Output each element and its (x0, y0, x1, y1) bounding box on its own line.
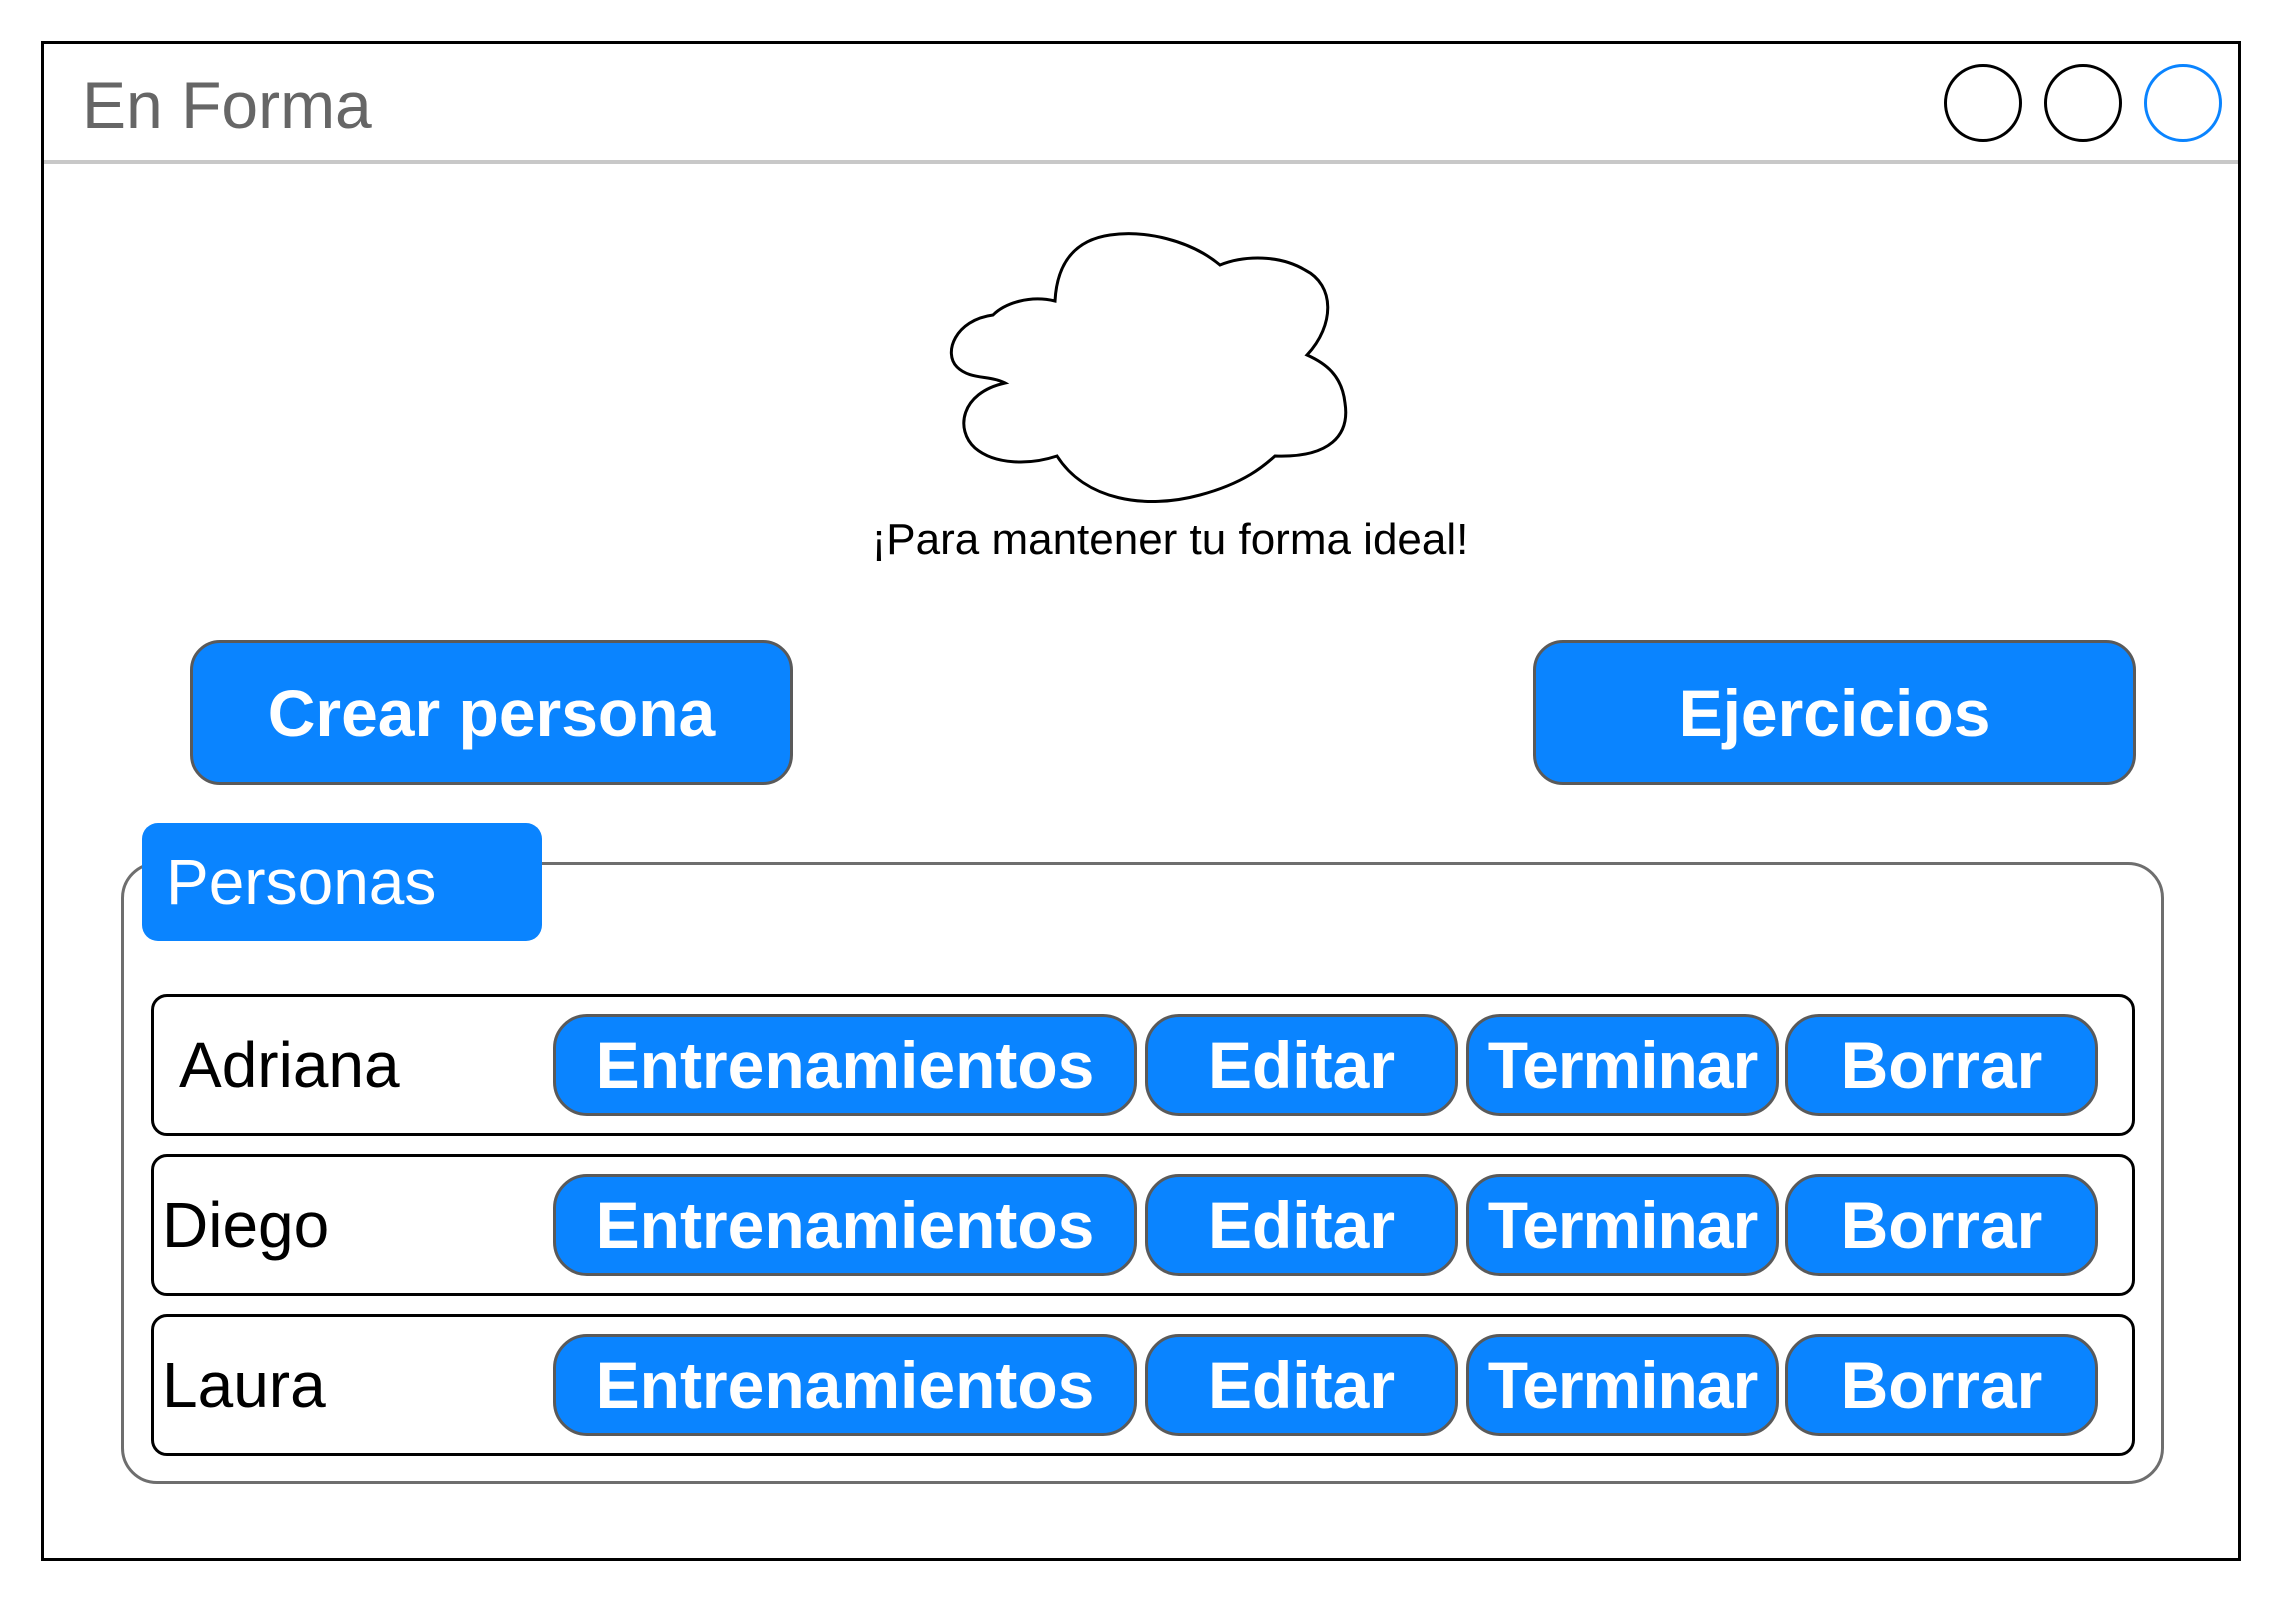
finish-button[interactable]: Terminar (1466, 1014, 1779, 1116)
person-name: Laura (162, 1349, 326, 1421)
person-row-laura: Laura Entrenamientos Editar Terminar Bor… (151, 1314, 2135, 1456)
person-name: Adriana (179, 1029, 400, 1101)
person-name: Diego (162, 1189, 330, 1261)
personas-group-label: Personas (142, 823, 542, 941)
minimize-icon[interactable] (1944, 64, 2022, 142)
trainings-button[interactable]: Entrenamientos (553, 1174, 1137, 1276)
finish-button[interactable]: Terminar (1466, 1174, 1779, 1276)
trainings-button[interactable]: Entrenamientos (553, 1014, 1137, 1116)
edit-button[interactable]: Editar (1145, 1014, 1458, 1116)
close-icon[interactable] (2144, 64, 2222, 142)
maximize-icon[interactable] (2044, 64, 2122, 142)
tagline: ¡Para mantener tu forma ideal! (871, 515, 1469, 564)
delete-button[interactable]: Borrar (1785, 1014, 2098, 1116)
app-title: En Forma (82, 68, 372, 142)
person-row-diego: Diego Entrenamientos Editar Terminar Bor… (151, 1154, 2135, 1296)
finish-button[interactable]: Terminar (1466, 1334, 1779, 1436)
create-person-button[interactable]: Crear persona (190, 640, 793, 785)
trainings-button[interactable]: Entrenamientos (553, 1334, 1137, 1436)
delete-button[interactable]: Borrar (1785, 1174, 2098, 1276)
delete-button[interactable]: Borrar (1785, 1334, 2098, 1436)
cloud-icon (949, 232, 1348, 504)
person-row-adriana: Adriana Entrenamientos Editar Terminar B… (151, 994, 2135, 1136)
edit-button[interactable]: Editar (1145, 1174, 1458, 1276)
edit-button[interactable]: Editar (1145, 1334, 1458, 1436)
exercises-button[interactable]: Ejercicios (1533, 640, 2136, 785)
title-bar: En Forma (44, 44, 2238, 164)
